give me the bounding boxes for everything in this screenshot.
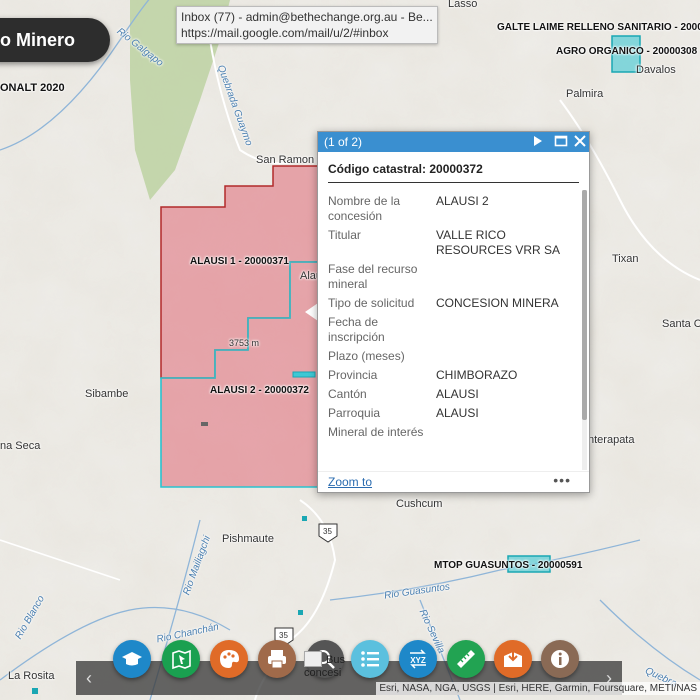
popup-footer: Zoom to ••• (318, 471, 589, 492)
tooltip-line-1: Inbox (77) - admin@bethechange.org.au - … (181, 10, 433, 24)
feature-popup: (1 of 2) Código catastral: 20000372 Nomb… (317, 131, 590, 493)
attribute-row: Plazo (meses) (318, 349, 589, 364)
concession-label: ALAUSI 1 - 20000371 (190, 256, 289, 267)
tooltip-line-2: https://mail.google.com/mail/u/2/#inbox (181, 26, 389, 40)
print-button[interactable] (258, 640, 296, 678)
map-pointer-icon (172, 649, 191, 670)
place-label: nterapata (588, 434, 635, 446)
popup-count: (1 of 2) (324, 135, 363, 149)
place-label: Tixan (612, 253, 639, 265)
attribute-value (436, 315, 579, 345)
add-data-icon (504, 650, 522, 667)
xyz-icon: XYZ (410, 649, 426, 669)
info-button[interactable] (541, 640, 579, 678)
xyz-button[interactable]: XYZ (399, 640, 437, 678)
search-widget-label[interactable]: Bus (326, 654, 345, 666)
attribute-key: Cantón (328, 387, 367, 401)
attribute-row: Fecha de inscripción (318, 315, 589, 345)
attribute-value (436, 262, 579, 292)
broken-image-icon (304, 651, 322, 667)
place-label: La Rosita (8, 670, 55, 682)
attribute-key: Parroquia (328, 406, 381, 420)
app-title: o Minero (0, 30, 75, 50)
attribute-key: Mineral de interés (328, 425, 424, 439)
map-attribution: Esri, NASA, NGA, USGS | Esri, HERE, Garm… (376, 682, 700, 695)
graduation-cap-button[interactable] (113, 640, 151, 678)
attribute-row: Provincia CHIMBORAZO (318, 368, 589, 383)
attribute-key: Provincia (328, 368, 378, 382)
search-widget-label-2[interactable]: concesi (304, 667, 341, 679)
attribute-value: VALLE RICO RESOURCES VRR SA (436, 228, 561, 257)
attribute-key: Fecha de inscripción (328, 315, 385, 344)
concession-label: AGRO ORGANICO - 20000308 (556, 46, 698, 57)
concession-label: ALAUSI 2 - 20000372 (210, 385, 309, 396)
attribute-value: ALAUSI (436, 387, 479, 401)
next-feature-icon[interactable] (532, 134, 544, 151)
attribute-key: Titular (328, 228, 361, 242)
attribute-key: Plazo (meses) (328, 349, 405, 363)
layer-list-icon (361, 651, 379, 667)
place-label: na Seca (0, 440, 41, 452)
info-icon (551, 650, 569, 668)
concession-label: MTOP GUASUNTOS - 20000591 (434, 560, 583, 571)
measure-ruler-button[interactable] (447, 640, 485, 678)
map-pointer-button[interactable] (162, 640, 200, 678)
road-number: 35 (323, 527, 332, 536)
attribute-key: Fase del recurso mineral (328, 262, 418, 291)
attribute-key: Nombre de la concesión (328, 194, 401, 223)
attribute-key: Tipo de solicitud (328, 296, 415, 310)
popup-attributes[interactable]: Nombre de la concesión ALAUSI 2 Titular VAL… (318, 190, 589, 475)
place-label: Sibambe (85, 388, 129, 400)
graduation-cap-icon (122, 652, 142, 666)
place-label: Davalos (636, 64, 676, 76)
app-title-panel: o Minero (0, 18, 110, 62)
attribute-row: Cantón ALAUSI (318, 387, 589, 402)
popup-title: Código catastral: 20000372 (328, 162, 579, 183)
popup-header: (1 of 2) (318, 132, 589, 152)
toolbar-prev-arrow[interactable]: ‹ (76, 661, 102, 695)
concession-label: GALTE LAIME RELLENO SANITARIO - 20000 (497, 22, 700, 33)
attribute-value (436, 349, 579, 364)
attribute-row: Mineral de interés (318, 425, 589, 440)
palette-button[interactable] (210, 640, 248, 678)
attribute-row: Tipo de solicitud CONCESION MINERA (318, 296, 589, 311)
zoom-to-link[interactable]: Zoom to (328, 475, 372, 489)
attribute-value: ALAUSI (436, 406, 479, 420)
layer-title: ONALT 2020 (0, 82, 65, 94)
attribute-value: CHIMBORAZO (436, 368, 518, 382)
maximize-icon[interactable] (554, 134, 568, 151)
measure-ruler-icon (457, 650, 475, 668)
more-options-icon[interactable]: ••• (553, 472, 571, 488)
place-label: San Ramon (256, 154, 315, 166)
place-label: Cushcum (396, 498, 443, 510)
place-label: Palmira (566, 88, 604, 100)
browser-tooltip: Inbox (77) - admin@bethechange.org.au - … (176, 6, 438, 44)
add-data-button[interactable] (494, 640, 532, 678)
attribute-value: CONCESION MINERA (436, 296, 559, 310)
road-number: 35 (279, 631, 288, 640)
layer-list-button[interactable] (351, 640, 389, 678)
attribute-row: Titular VALLE RICO RESOURCES VRR SA (318, 228, 589, 258)
attribute-row: Nombre de la concesión ALAUSI 2 (318, 194, 589, 224)
attribute-value (436, 425, 579, 440)
close-icon[interactable] (573, 134, 587, 151)
palette-icon (220, 650, 239, 668)
elevation-label: 3753 m (229, 338, 260, 348)
scrollbar-thumb[interactable] (582, 190, 587, 420)
place-label: Lasso (448, 0, 478, 10)
place-label: Santa C (662, 318, 700, 330)
attribute-value: ALAUSI 2 (436, 194, 489, 208)
place-label: Pishmaute (222, 533, 274, 545)
svg-text:XYZ: XYZ (410, 656, 426, 665)
attribute-row: Parroquia ALAUSI (318, 406, 589, 421)
attribute-row: Fase del recurso mineral (318, 262, 589, 292)
print-icon (268, 650, 286, 669)
popup-scrollbar[interactable] (582, 190, 587, 470)
